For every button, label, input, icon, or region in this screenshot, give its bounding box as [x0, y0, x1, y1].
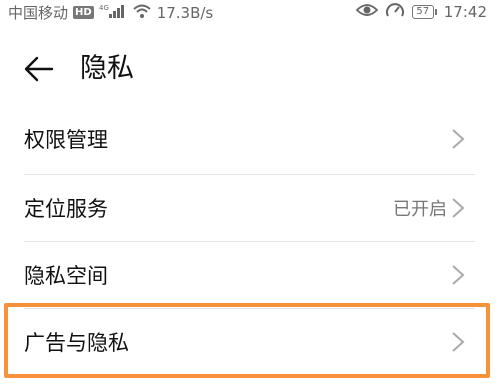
speedometer-icon	[385, 2, 405, 22]
clock: 17:42	[443, 3, 487, 21]
status-bar: 中国移动 HD 4G 17.3B/s 57 17:42	[0, 0, 499, 24]
battery-level: 57	[411, 5, 434, 19]
arrow-left-icon	[24, 56, 54, 82]
eye-comfort-icon	[355, 2, 379, 22]
network-type: 4G	[99, 4, 109, 12]
page-title: 隐私	[80, 53, 134, 84]
chevron-right-icon	[452, 332, 465, 352]
signal-icon: 4G	[99, 3, 127, 23]
back-button[interactable]	[22, 52, 56, 86]
list-item-label: 广告与隐私	[24, 331, 129, 355]
location-status-value: 已开启	[393, 199, 447, 220]
list-item-label: 权限管理	[24, 128, 108, 152]
battery-icon: 57	[411, 5, 437, 19]
hd-voice-badge: HD	[73, 6, 94, 19]
status-bar-right: 57 17:42	[355, 2, 487, 22]
private-space-item[interactable]: 隐私空间	[0, 242, 499, 308]
permission-management-item[interactable]: 权限管理	[0, 106, 499, 172]
ads-and-privacy-item[interactable]: 广告与隐私	[0, 309, 499, 375]
wifi-icon	[132, 3, 152, 23]
list-item-label: 定位服务	[24, 197, 108, 221]
network-speed: 17.3B/s	[156, 3, 214, 22]
chevron-right-icon	[452, 265, 465, 285]
chevron-right-icon	[452, 129, 465, 149]
carrier-name: 中国移动	[8, 4, 69, 22]
page-header: 隐私	[0, 44, 499, 94]
list-item-label: 隐私空间	[24, 264, 108, 288]
chevron-right-icon	[452, 198, 465, 218]
location-service-item[interactable]: 定位服务 已开启	[0, 175, 499, 241]
status-bar-left: 中国移动 HD 4G 17.3B/s	[8, 2, 213, 23]
